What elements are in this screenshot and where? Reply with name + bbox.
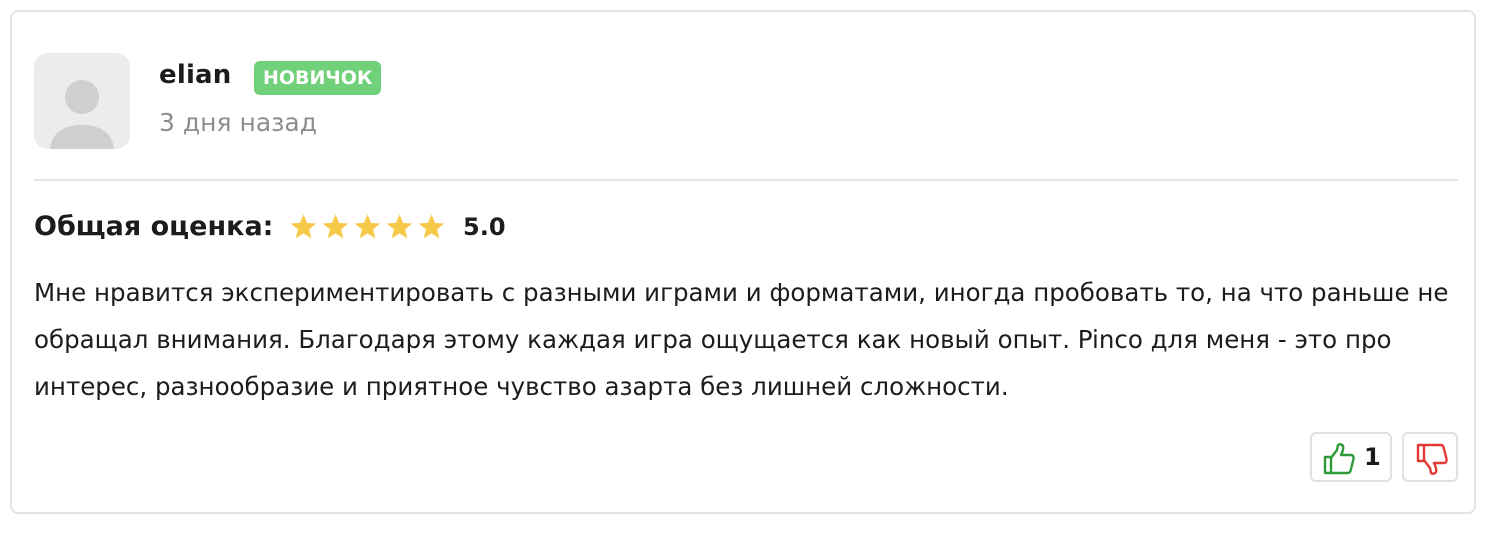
thumbs-down-icon bbox=[1415, 442, 1449, 480]
rating-value: 5.0 bbox=[463, 213, 506, 241]
status-badge: НОВИЧОК bbox=[254, 61, 382, 95]
review-card: elian НОВИЧОК 3 дня назад Общая оценка: … bbox=[10, 10, 1476, 514]
divider bbox=[34, 179, 1458, 181]
avatar bbox=[34, 53, 130, 149]
star-icon bbox=[386, 214, 413, 239]
star-icon bbox=[290, 214, 317, 239]
like-button[interactable]: 1 bbox=[1310, 432, 1392, 482]
thumbs-up-icon bbox=[1322, 442, 1356, 480]
like-count: 1 bbox=[1364, 443, 1381, 471]
rating-label: Общая оценка: bbox=[34, 211, 274, 242]
author-name[interactable]: elian bbox=[159, 60, 232, 90]
user-placeholder-icon bbox=[34, 53, 130, 149]
review-text: Мне нравится экспериментировать с разным… bbox=[34, 278, 1449, 401]
dislike-button[interactable] bbox=[1402, 432, 1458, 482]
star-icon bbox=[418, 214, 445, 239]
review-date: 3 дня назад bbox=[159, 108, 318, 137]
star-icon bbox=[322, 214, 349, 239]
star-icon bbox=[354, 214, 381, 239]
star-rating bbox=[289, 213, 446, 241]
